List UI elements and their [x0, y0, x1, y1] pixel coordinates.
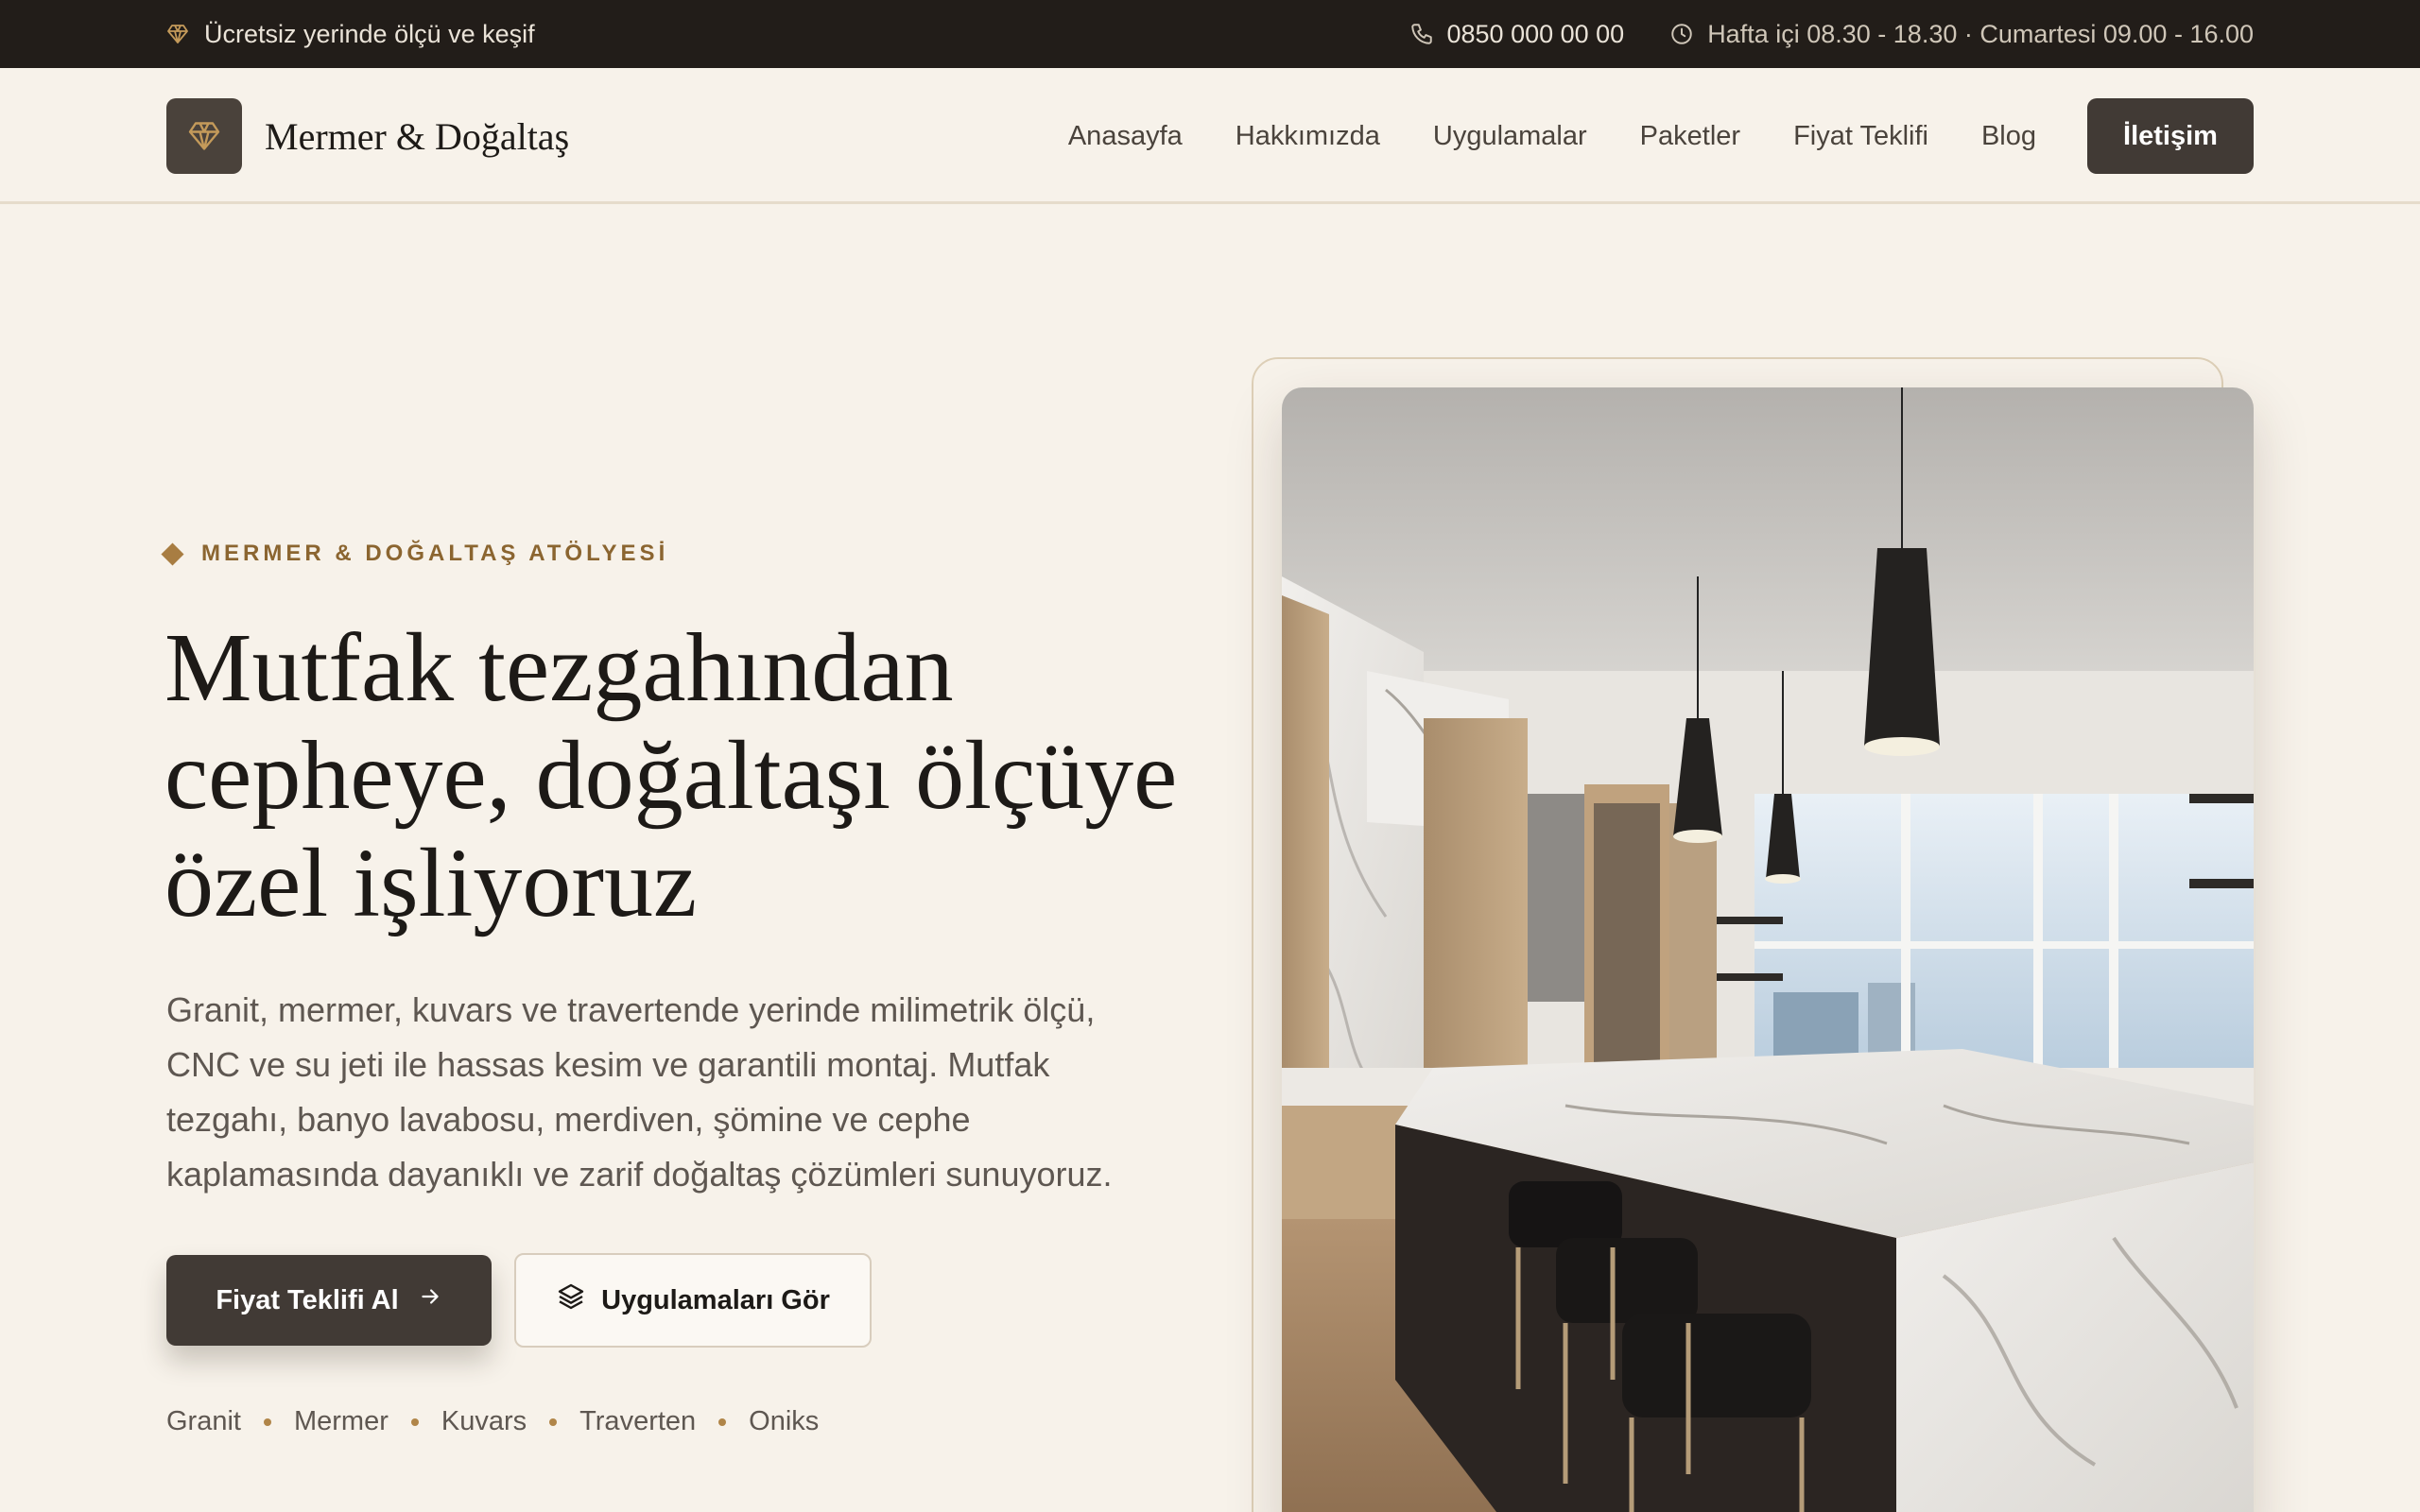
get-quote-label: Fiyat Teklifi Al	[216, 1284, 399, 1315]
layers-icon	[556, 1281, 586, 1319]
diamond-bullet-icon	[161, 541, 184, 566]
promo-text: Ücretsiz yerinde ölçü ve keşif	[204, 19, 535, 48]
diamond-icon	[166, 98, 242, 174]
nav-item-anasayfa[interactable]: Anasayfa	[1068, 121, 1183, 152]
separator-dot	[549, 1418, 558, 1426]
view-projects-label: Uygulamaları Gör	[601, 1284, 830, 1315]
nav-item-uygulamalar[interactable]: Uygulamalar	[1433, 121, 1587, 152]
get-quote-button[interactable]: Fiyat Teklifi Al	[166, 1255, 492, 1346]
stone-tag: Mermer	[293, 1406, 389, 1436]
separator-dot	[718, 1418, 727, 1426]
phone-link[interactable]: 0850 000 00 00	[1409, 19, 1625, 49]
stone-tag: Kuvars	[441, 1406, 527, 1436]
brand-name: Mermer & Doğaltaş	[265, 114, 570, 158]
nav-item-fiyat-teklifi[interactable]: Fiyat Teklifi	[1793, 121, 1928, 152]
nav-item-hakkimizda[interactable]: Hakkımızda	[1236, 121, 1380, 152]
nav-item-blog[interactable]: Blog	[1981, 121, 2036, 152]
stone-type-list: Granit Mermer Kuvars Traverten Oniks	[166, 1406, 819, 1437]
hero-headline: Mutfak tezgahından cepheye, doğaltaşı öl…	[164, 613, 1178, 937]
separator-dot	[263, 1418, 271, 1426]
clock-icon	[1669, 22, 1694, 46]
separator-dot	[410, 1418, 419, 1426]
contact-button[interactable]: İletişim	[2087, 98, 2254, 174]
diamond-icon	[166, 23, 189, 45]
eyebrow-text: MERMER & DOĞALTAŞ ATÖLYESİ	[201, 541, 669, 566]
nav-item-paketler[interactable]: Paketler	[1640, 121, 1740, 152]
stone-tag: Traverten	[579, 1406, 697, 1436]
nav-menu: Anasayfa Hakkımızda Uygulamalar Paketler…	[1068, 68, 2036, 204]
kitchen-hero-image	[1282, 387, 2254, 1512]
stone-tag: Granit	[166, 1406, 241, 1436]
hours-text: Hafta içi 08.30 - 18.30 · Cumartesi 09.0…	[1707, 19, 2254, 48]
phone-number: 0850 000 00 00	[1446, 19, 1625, 48]
view-projects-button[interactable]: Uygulamaları Gör	[514, 1253, 872, 1348]
promo-notice: Ücretsiz yerinde ölçü ve keşif	[166, 0, 535, 68]
arrow-right-icon	[418, 1284, 442, 1316]
main-navigation: Mermer & Doğaltaş Anasayfa Hakkımızda Uy…	[0, 68, 2420, 204]
working-hours: Hafta içi 08.30 - 18.30 · Cumartesi 09.0…	[1669, 20, 2254, 49]
hero-description: Granit, mermer, kuvars ve travertende ye…	[166, 990, 1113, 1194]
hero-eyebrow: MERMER & DOĞALTAŞ ATÖLYESİ	[161, 541, 669, 567]
brand-logo-link[interactable]: Mermer & Doğaltaş	[166, 98, 569, 174]
stone-tag: Oniks	[749, 1406, 820, 1436]
phone-icon	[1409, 22, 1434, 46]
top-info-bar: Ücretsiz yerinde ölçü ve keşif 0850 000 …	[0, 0, 2420, 68]
